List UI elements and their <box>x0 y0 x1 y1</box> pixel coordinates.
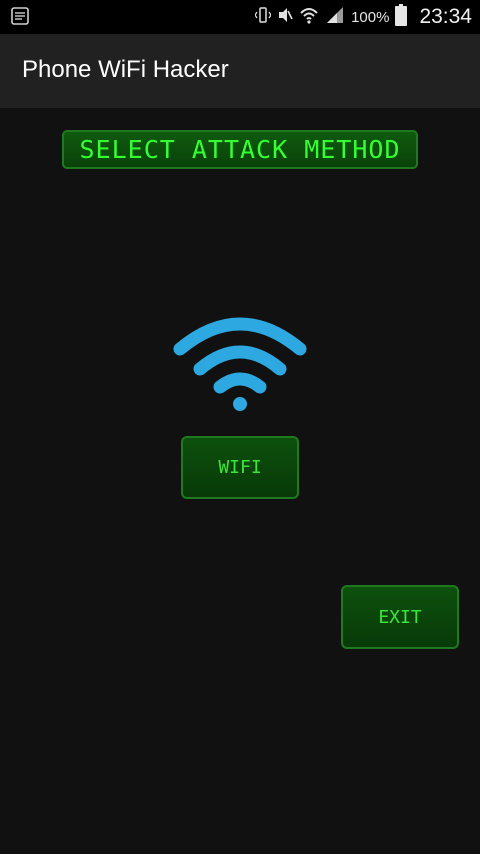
heading-text: SELECT ATTACK METHOD <box>79 135 401 164</box>
exit-button-label: EXIT <box>378 606 422 628</box>
battery-icon <box>395 3 408 31</box>
exit-button[interactable]: EXIT <box>341 585 459 649</box>
wifi-status-icon <box>299 5 319 30</box>
status-icons: 100% 23:34 <box>254 0 472 34</box>
signal-icon <box>325 5 345 30</box>
wifi-icon <box>172 313 308 411</box>
mute-icon <box>277 5 293 30</box>
clock: 23:34 <box>419 5 472 28</box>
battery-percent: 100% <box>351 8 390 26</box>
wifi-button[interactable]: WIFI <box>181 436 299 499</box>
notes-icon <box>10 6 30 31</box>
app-bar: Phone WiFi Hacker <box>0 34 480 108</box>
vibrate-icon <box>254 5 272 30</box>
app-title: Phone WiFi Hacker <box>22 56 229 83</box>
wifi-button-label: WIFI <box>218 457 262 478</box>
status-bar: 100% 23:34 <box>0 0 480 34</box>
main-content: SELECT ATTACK METHOD WIFI EXIT <box>0 108 480 854</box>
heading-banner: SELECT ATTACK METHOD <box>62 130 418 169</box>
